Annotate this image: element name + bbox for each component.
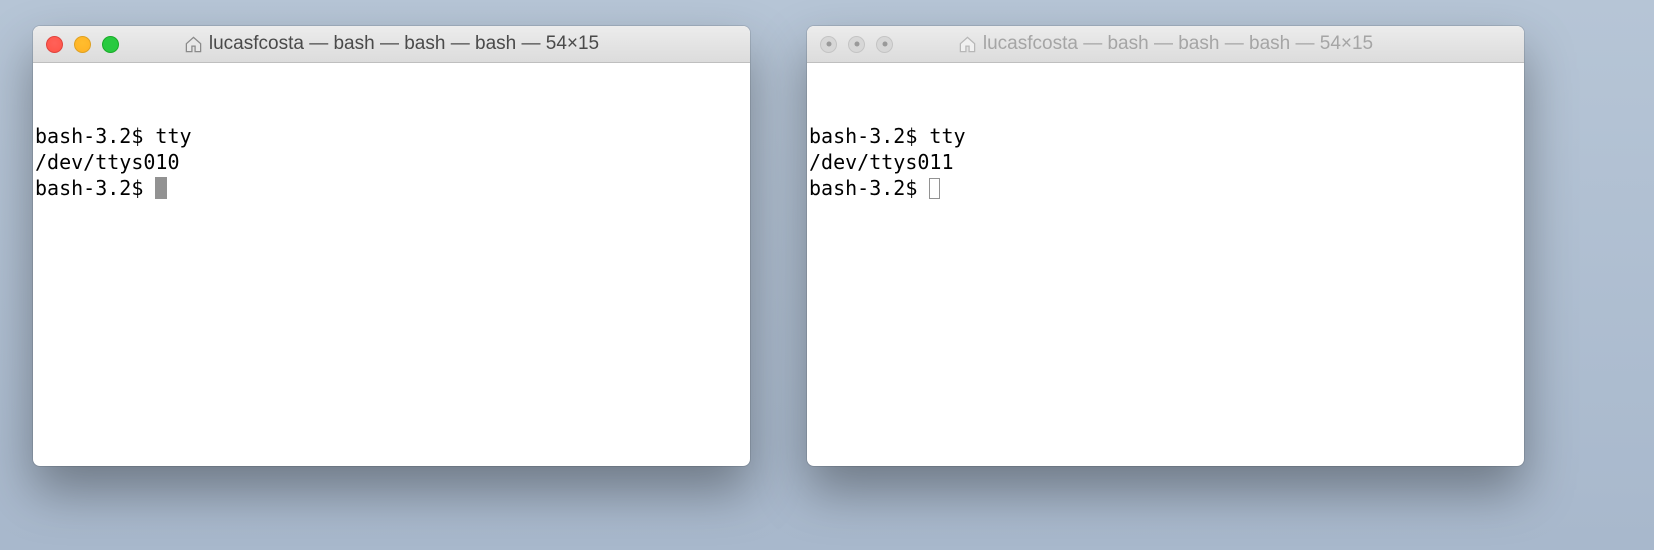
terminal-line: /dev/ttys010 bbox=[35, 149, 748, 175]
output-text: /dev/ttys011 bbox=[809, 150, 954, 174]
terminal-content[interactable]: bash-3.2$ tty/dev/ttys010bash-3.2$ bbox=[33, 63, 750, 261]
window-title: lucasfcosta — bash — bash — bash — 54×15 bbox=[209, 33, 599, 55]
maximize-button[interactable] bbox=[102, 36, 119, 53]
window-title-container: lucasfcosta — bash — bash — bash — 54×15 bbox=[33, 33, 750, 55]
terminal-window-left[interactable]: lucasfcosta — bash — bash — bash — 54×15… bbox=[33, 26, 750, 466]
terminal-line: bash-3.2$ tty bbox=[809, 123, 1522, 149]
cursor bbox=[155, 177, 167, 199]
terminal-line: bash-3.2$ bbox=[35, 175, 748, 201]
window-title: lucasfcosta — bash — bash — bash — 54×15 bbox=[983, 33, 1373, 55]
home-icon bbox=[958, 35, 977, 54]
cursor bbox=[929, 178, 940, 199]
titlebar[interactable]: lucasfcosta — bash — bash — bash — 54×15 bbox=[33, 26, 750, 63]
minimize-button[interactable] bbox=[848, 36, 865, 53]
prompt: bash-3.2$ bbox=[35, 176, 155, 200]
close-button[interactable] bbox=[820, 36, 837, 53]
command-text: tty bbox=[929, 124, 965, 148]
minimize-button[interactable] bbox=[74, 36, 91, 53]
traffic-lights bbox=[820, 36, 893, 53]
titlebar[interactable]: lucasfcosta — bash — bash — bash — 54×15 bbox=[807, 26, 1524, 63]
maximize-button[interactable] bbox=[876, 36, 893, 53]
window-title-container: lucasfcosta — bash — bash — bash — 54×15 bbox=[807, 33, 1524, 55]
terminal-window-right[interactable]: lucasfcosta — bash — bash — bash — 54×15… bbox=[807, 26, 1524, 466]
command-text: tty bbox=[155, 124, 191, 148]
close-button[interactable] bbox=[46, 36, 63, 53]
terminal-content[interactable]: bash-3.2$ tty/dev/ttys011bash-3.2$ bbox=[807, 63, 1524, 261]
terminal-line: bash-3.2$ tty bbox=[35, 123, 748, 149]
prompt: bash-3.2$ bbox=[35, 124, 155, 148]
prompt: bash-3.2$ bbox=[809, 176, 929, 200]
output-text: /dev/ttys010 bbox=[35, 150, 180, 174]
prompt: bash-3.2$ bbox=[809, 124, 929, 148]
terminal-line: bash-3.2$ bbox=[809, 175, 1522, 201]
home-icon bbox=[184, 35, 203, 54]
terminal-line: /dev/ttys011 bbox=[809, 149, 1522, 175]
traffic-lights bbox=[46, 36, 119, 53]
